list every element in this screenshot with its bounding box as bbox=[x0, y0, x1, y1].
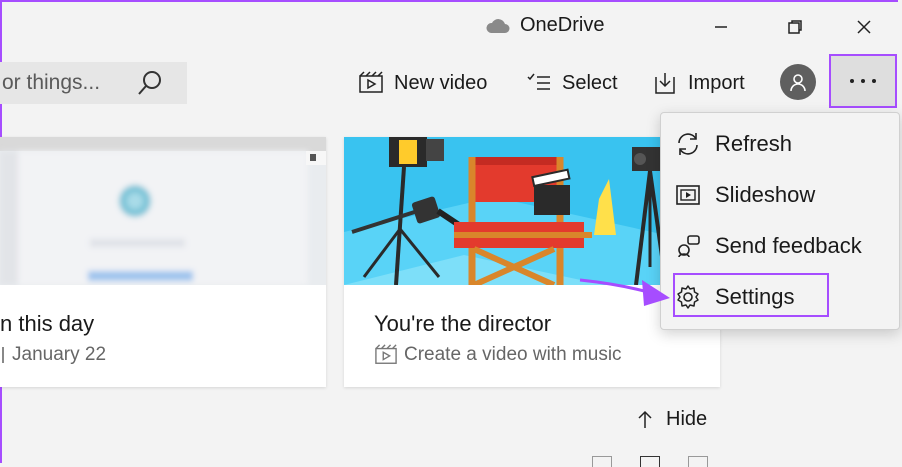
restore-button[interactable] bbox=[780, 12, 810, 42]
view-size-toggles bbox=[592, 456, 708, 467]
title-bar: OneDrive bbox=[0, 0, 902, 52]
onedrive-status[interactable]: OneDrive bbox=[484, 14, 604, 37]
dot-icon bbox=[861, 79, 865, 83]
select-button[interactable]: Select bbox=[526, 66, 618, 100]
view-large-icon[interactable] bbox=[688, 456, 708, 467]
blurred-screenshot bbox=[0, 137, 326, 285]
menu-item-label: Send feedback bbox=[715, 233, 862, 258]
new-video-button[interactable]: New video bbox=[358, 66, 487, 100]
slideshow-icon bbox=[676, 185, 700, 205]
close-icon bbox=[857, 20, 871, 34]
onedrive-label: OneDrive bbox=[520, 14, 605, 36]
calendar-icon bbox=[2, 347, 4, 363]
account-avatar[interactable] bbox=[780, 64, 816, 100]
card-date: January 22 bbox=[12, 344, 107, 365]
import-icon bbox=[655, 73, 675, 94]
card-description: Create a video with music bbox=[404, 344, 622, 365]
card-title: n this day bbox=[0, 311, 95, 336]
arrow-up-icon bbox=[638, 410, 652, 428]
checklist-icon bbox=[527, 73, 550, 90]
annotation-arrow bbox=[579, 278, 670, 306]
select-label: Select bbox=[562, 71, 618, 94]
import-button[interactable]: Import bbox=[652, 66, 745, 100]
minimize-button[interactable] bbox=[706, 12, 736, 42]
video-editor-icon bbox=[359, 71, 383, 93]
menu-item-label: Refresh bbox=[715, 131, 793, 156]
cloud-icon bbox=[486, 18, 510, 33]
new-video-label: New video bbox=[394, 71, 488, 94]
hide-label: Hide bbox=[666, 408, 708, 430]
menu-item-label: Slideshow bbox=[715, 182, 816, 207]
view-small-icon[interactable] bbox=[592, 456, 612, 467]
person-icon bbox=[790, 74, 806, 92]
card-thumbnail bbox=[0, 137, 326, 285]
feedback-icon bbox=[678, 235, 700, 258]
video-editor-icon bbox=[375, 344, 397, 364]
card-subtitle: Create a video with music bbox=[374, 344, 622, 366]
memory-card-on-this-day[interactable]: n this day January 22 bbox=[0, 137, 326, 387]
menu-item-send-feedback[interactable]: Send feedback bbox=[675, 226, 862, 266]
more-options-button[interactable] bbox=[829, 54, 897, 108]
card-subtitle: January 22 bbox=[0, 344, 106, 366]
menu-item-slideshow[interactable]: Slideshow bbox=[675, 175, 815, 215]
restore-icon bbox=[788, 20, 802, 34]
card-title: You're the director bbox=[374, 311, 552, 336]
view-medium-icon[interactable] bbox=[640, 456, 660, 467]
search-input[interactable]: or things... bbox=[2, 71, 100, 95]
settings-highlight-box bbox=[673, 273, 829, 317]
dot-icon bbox=[872, 79, 876, 83]
menu-item-refresh[interactable]: Refresh bbox=[675, 124, 792, 164]
hide-button[interactable]: Hide bbox=[636, 408, 707, 431]
search-icon[interactable] bbox=[136, 69, 164, 97]
search-box[interactable]: or things... bbox=[0, 62, 187, 104]
minimize-icon bbox=[715, 26, 727, 28]
dot-icon bbox=[850, 79, 854, 83]
import-label: Import bbox=[688, 71, 745, 94]
close-button[interactable] bbox=[849, 12, 879, 42]
refresh-icon bbox=[678, 133, 698, 155]
